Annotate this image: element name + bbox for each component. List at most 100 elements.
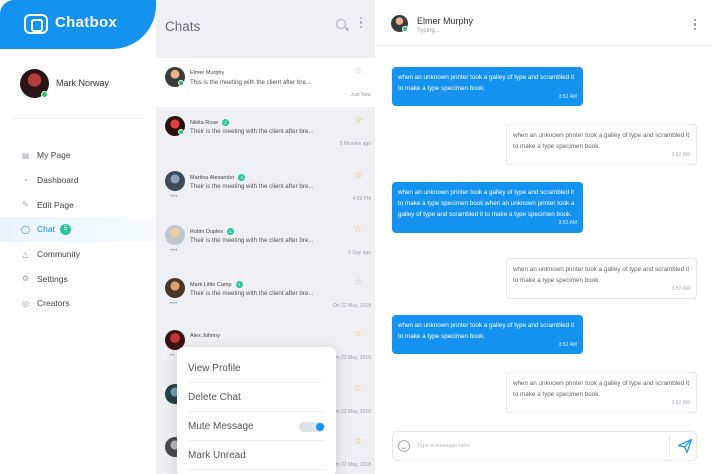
menu-item-mark-unread[interactable]: Mark Unread xyxy=(188,441,325,470)
more-options-icon[interactable] xyxy=(694,19,697,32)
message-bubble-received: when an unknown printer took a galley of… xyxy=(506,124,697,166)
chat-time: On 22 May, 2018 xyxy=(333,303,371,309)
message-bubble-sent: when an unknown printer took a galley of… xyxy=(392,67,583,107)
chats-title: Chats xyxy=(165,19,201,34)
star-icon[interactable]: ☆ xyxy=(354,436,363,447)
chat-contact-name: Elmer Murphy xyxy=(190,70,225,76)
message-input[interactable] xyxy=(417,439,665,453)
avatar[interactable] xyxy=(391,15,408,32)
gear-icon: ⚙ xyxy=(21,274,30,284)
chat-contact-name: Mark Little Camp 1 xyxy=(190,281,243,288)
chat-list-item[interactable]: Nikita Rose 2 Their is the meeting with t… xyxy=(156,107,375,156)
message-bubble-received: when an unknown printer took a galley of… xyxy=(506,258,697,300)
chat-contact-name: Alex Johnny xyxy=(190,333,220,339)
message-time: 3:52 AM xyxy=(671,152,690,159)
message-time: 3:52 AM xyxy=(558,220,577,227)
document-icon: ▤ xyxy=(21,150,30,160)
profile-name: Mark Norway xyxy=(56,78,110,88)
menu-item-mute-message[interactable]: Mute Message xyxy=(188,412,325,441)
menu-item-label: Mute Message xyxy=(188,420,254,432)
user-profile[interactable]: Mark Norway xyxy=(20,69,150,103)
message-bubble-sent: when an unknown printer took a galley of… xyxy=(392,182,583,233)
avatar xyxy=(165,171,185,191)
star-icon[interactable]: ☆ xyxy=(354,277,363,288)
sidebar-item-label: Chat xyxy=(37,224,55,235)
chat-list-item[interactable]: ••• Robin Duplex 1 Their is the meeting w… xyxy=(156,216,375,265)
typing-dots: •• xyxy=(170,353,176,359)
brand-name: Chatbox xyxy=(55,14,118,31)
gauge-icon: ◔ xyxy=(23,175,28,185)
typing-dots: ••• xyxy=(170,301,178,307)
chat-contact-name: Robin Duplex 1 xyxy=(190,228,235,235)
emoji-icon[interactable] xyxy=(398,440,410,452)
sidebar: Chatbox Mark Norway ▤ My Page ◔ Dashboar… xyxy=(0,0,156,474)
message-text: when an unknown printer took a galley of… xyxy=(513,132,690,151)
sidebar-item-edit-page[interactable]: ✎ Edit Page xyxy=(0,192,156,217)
message-text: when an unknown printer took a galley of… xyxy=(513,380,690,399)
search-icon[interactable] xyxy=(336,19,346,29)
online-status-icon xyxy=(41,91,48,98)
message-text: when an unknown printer took a galley of… xyxy=(513,266,690,285)
avatar xyxy=(165,278,185,298)
divider xyxy=(12,118,144,119)
message-bubble-received: when an unknown printer took a galley of… xyxy=(506,372,697,414)
edit-icon: ✎ xyxy=(22,200,29,210)
message-text: when an unknown printer took a galley of… xyxy=(398,189,575,219)
chat-time: On 22 May, 2018 xyxy=(333,462,371,468)
sidebar-item-label: Community xyxy=(37,249,80,260)
sidebar-nav: ▤ My Page ◔ Dashboard ✎ Edit Page ◯ Chat… xyxy=(0,143,156,316)
unread-count-badge: 1 xyxy=(238,174,246,181)
message-time: 3:52 AM xyxy=(671,400,690,407)
sidebar-item-community[interactable]: △ Community xyxy=(0,242,156,267)
more-options-icon[interactable] xyxy=(360,17,363,30)
star-icon[interactable]: ☆ xyxy=(354,383,363,394)
star-icon[interactable]: ☆ xyxy=(354,224,363,235)
menu-item-view-profile[interactable]: View Profile xyxy=(188,354,325,383)
message-time: 3:52 AM xyxy=(671,286,690,293)
message-text: when an unknown printer took a galley of… xyxy=(398,322,575,341)
online-status-icon xyxy=(402,26,408,32)
typing-status: Typing... xyxy=(417,28,440,34)
star-icon[interactable]: ☆ xyxy=(354,329,363,340)
chat-last-message: This is the meeting with the client afte… xyxy=(190,79,312,86)
send-icon[interactable] xyxy=(677,438,693,454)
sidebar-item-creators[interactable]: ◎ Creators xyxy=(0,291,156,316)
message-composer xyxy=(392,431,697,461)
brand-header[interactable]: Chatbox xyxy=(0,0,156,49)
chat-time: 1 Day ago xyxy=(348,250,371,256)
menu-item-delete-chat[interactable]: Delete Chat xyxy=(188,383,325,412)
sidebar-item-my-page[interactable]: ▤ My Page xyxy=(0,143,156,168)
sidebar-item-chat[interactable]: ◯ Chat 5 xyxy=(0,217,156,242)
chat-list-item[interactable]: Elmer Murphy This is the meeting with th… xyxy=(156,58,375,107)
chatbox-logo-icon xyxy=(24,14,48,34)
mute-toggle[interactable] xyxy=(299,422,325,432)
chat-list-item[interactable]: ••• Martina Alexander 1 Their is the meet… xyxy=(156,162,375,211)
sidebar-item-label: My Page xyxy=(37,150,71,161)
sidebar-item-label: Creators xyxy=(37,298,70,309)
globe-icon: ◎ xyxy=(22,298,29,308)
star-icon[interactable]: ☆ xyxy=(354,66,363,77)
sidebar-item-dashboard[interactable]: ◔ Dashboard xyxy=(0,168,156,193)
star-icon[interactable]: ☆ xyxy=(354,170,363,181)
star-icon[interactable]: ☆ xyxy=(354,115,363,126)
typing-dots: ••• xyxy=(170,194,178,200)
chat-last-message: Their is the meeting with the client aft… xyxy=(190,183,314,190)
chat-time: Just Now xyxy=(350,92,371,98)
message-bubble-sent: when an unknown printer took a galley of… xyxy=(392,315,583,355)
chat-contact-name: Nikita Rose 2 xyxy=(190,119,230,126)
avatar xyxy=(165,225,185,245)
sidebar-item-settings[interactable]: ⚙ Settings xyxy=(0,266,156,291)
unread-count-badge: 2 xyxy=(222,119,230,126)
chat-app-window: Chatbox Mark Norway ▤ My Page ◔ Dashboar… xyxy=(0,0,712,474)
sidebar-item-label: Edit Page xyxy=(37,199,74,210)
chat-list-item[interactable]: ••• Mark Little Camp 1 Their is the meeti… xyxy=(156,269,375,318)
avatar xyxy=(165,116,185,136)
online-status-icon xyxy=(178,129,184,135)
message-time: 3:52 AM xyxy=(558,342,577,349)
chat-contact-name: Martina Alexander 1 xyxy=(190,174,246,181)
message-text: when an unknown printer took a galley of… xyxy=(398,74,575,93)
toggle-knob xyxy=(316,423,324,431)
unread-count-badge: 1 xyxy=(227,228,235,235)
conversation-header: Elmer Murphy Typing... xyxy=(375,0,712,46)
online-status-icon xyxy=(178,80,184,86)
